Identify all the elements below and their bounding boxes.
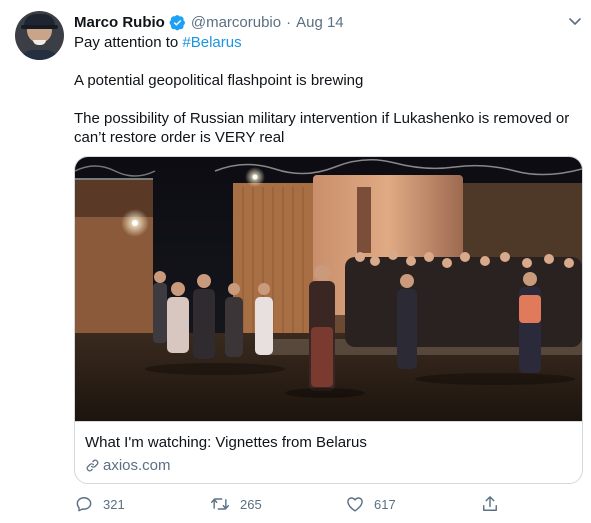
avatar-cap-brim [21, 25, 58, 29]
card-domain[interactable]: axios.com [85, 457, 171, 474]
retweet-count: 265 [240, 496, 262, 512]
avatar-smile [33, 40, 46, 45]
separator-dot: · [286, 13, 292, 31]
tweet-text-line-4: can’t restore order is VERY real [74, 129, 285, 146]
card-domain-text: axios.com [103, 457, 171, 474]
tweet-header: Marco Rubio @marcorubio · Aug 14 [74, 12, 344, 32]
tweet-text-line-1: Pay attention to #Belarus [74, 33, 242, 52]
chevron-down-icon[interactable] [566, 12, 584, 30]
like-count: 617 [374, 496, 396, 512]
tweet-text-line-2: A potential geopolitical flashpoint is b… [74, 72, 364, 89]
verified-badge-icon [169, 14, 186, 31]
tweet[interactable]: Marco Rubio @marcorubio · Aug 14 Pay att… [0, 0, 591, 523]
share-icon [483, 496, 497, 511]
reply-button[interactable]: 321 [74, 493, 125, 515]
reply-count: 321 [103, 496, 125, 512]
link-card[interactable]: What I'm watching: Vignettes from Belaru… [74, 156, 583, 484]
like-button[interactable]: 617 [345, 493, 396, 515]
reply-icon [76, 497, 92, 512]
card-photo [75, 157, 582, 421]
card-title[interactable]: What I'm watching: Vignettes from Belaru… [85, 434, 367, 451]
card-meta: What I'm watching: Vignettes from Belaru… [75, 421, 582, 483]
avatar[interactable] [15, 11, 64, 60]
author-name[interactable]: Marco Rubio [74, 14, 165, 31]
hashtag-link[interactable]: #Belarus [182, 34, 241, 51]
tweet-text-prefix: Pay attention to [74, 34, 183, 51]
link-icon [85, 458, 100, 473]
heart-icon [347, 497, 363, 512]
author-handle[interactable]: @marcorubio [191, 14, 281, 31]
retweet-button[interactable]: 265 [209, 493, 262, 515]
avatar-shirt [19, 50, 60, 60]
retweet-icon [210, 498, 230, 510]
tweet-text-line-3: The possibility of Russian military inte… [74, 110, 570, 127]
action-bar: 321 265 617 [74, 493, 504, 515]
share-button[interactable] [480, 493, 500, 515]
tweet-date[interactable]: Aug 14 [296, 14, 344, 31]
